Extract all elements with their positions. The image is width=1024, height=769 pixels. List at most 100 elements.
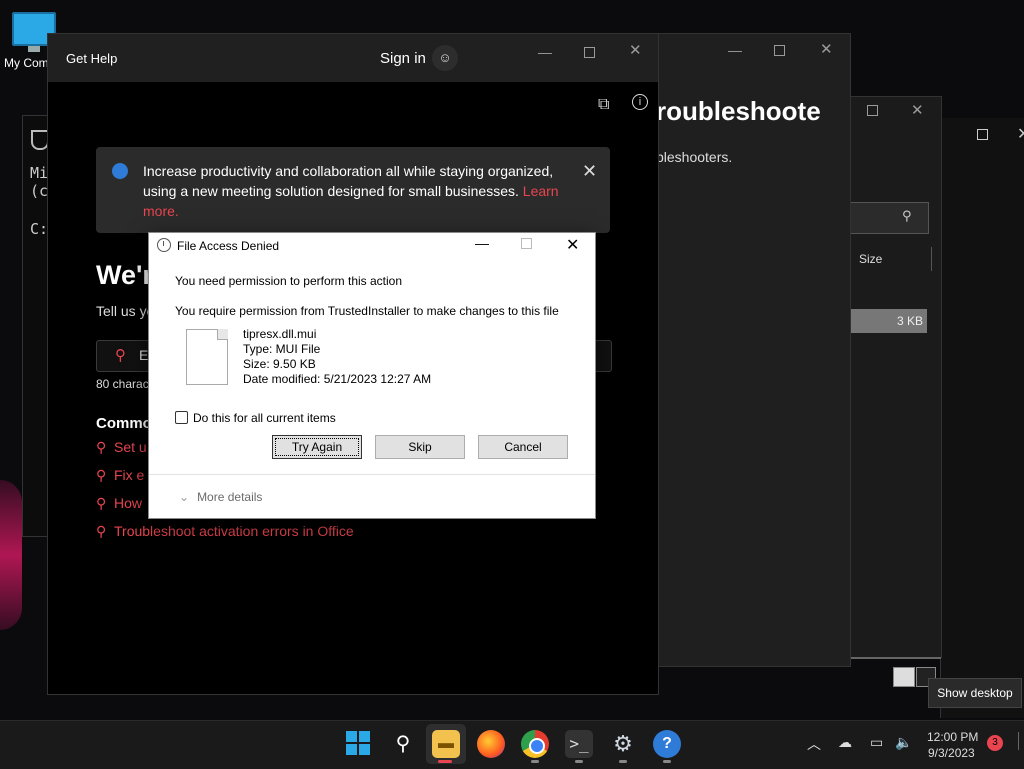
chevron-down-icon: ⌄ <box>179 490 190 504</box>
search-text: E <box>139 347 149 363</box>
file-info: tipresx.dll.mui Type: MUI File Size: 9.5… <box>243 327 431 387</box>
cancel-button[interactable]: Cancel <box>478 435 568 459</box>
running-indicator <box>575 760 583 763</box>
search-icon: ⚲ <box>96 523 107 539</box>
onedrive-offline-icon[interactable]: ☁ <box>838 734 852 751</box>
maximize-icon <box>521 238 532 249</box>
checkbox-box[interactable] <box>175 411 188 424</box>
column-divider <box>931 247 932 271</box>
running-indicator <box>619 760 627 763</box>
minimize-icon[interactable]: — <box>728 42 742 58</box>
tell-us-text: Tell us yo <box>96 303 155 319</box>
file-access-denied-dialog[interactable]: File Access Denied — ✕ You need permissi… <box>148 232 596 519</box>
minimize-icon[interactable]: — <box>475 235 489 251</box>
common-topics-heading: Commo <box>96 415 152 432</box>
chrome-center <box>529 738 545 754</box>
show-desktop-tooltip: Show desktop <box>928 678 1022 708</box>
help-link-label: Fix e <box>114 467 145 483</box>
file-name: tipresx.dll.mui <box>243 327 317 341</box>
clock-time[interactable]: 12:00 PM <box>927 730 978 744</box>
file-size-cell[interactable]: 3 KB <box>849 309 927 333</box>
help-link-1[interactable]: ⚲ Set u <box>96 439 147 456</box>
checkbox-label: Do this for all current items <box>193 411 336 425</box>
notification-badge[interactable]: 3 <box>987 735 1003 751</box>
windows-logo-icon <box>346 731 370 755</box>
firefox-icon[interactable] <box>477 730 505 758</box>
help-link-2[interactable]: ⚲ Fix e <box>96 467 144 484</box>
page-heading: We'r <box>96 260 153 290</box>
troubleshooter-title: roubleshoote <box>656 96 821 126</box>
try-again-button[interactable]: Try Again <box>272 435 362 459</box>
close-icon[interactable]: ✕ <box>566 235 579 255</box>
cmd-line-1: Mi <box>30 164 49 182</box>
active-indicator <box>438 760 452 763</box>
close-icon[interactable]: ✕ <box>582 161 597 182</box>
info-circle-icon <box>112 163 128 179</box>
scrollbar[interactable] <box>849 657 941 659</box>
sign-in-link[interactable]: Sign in <box>380 50 426 67</box>
close-icon[interactable]: ✕ <box>911 101 924 119</box>
clock-icon <box>157 238 171 252</box>
character-count: 80 charac <box>96 377 149 391</box>
chevron-up-icon[interactable]: ︿ <box>807 734 821 754</box>
dialog-title-bar[interactable]: File Access Denied — ✕ <box>149 233 595 259</box>
more-details-toggle[interactable]: ⌄ More details <box>179 490 262 504</box>
search-icon: ⚲ <box>96 467 107 483</box>
divider <box>149 474 595 475</box>
clock-date[interactable]: 9/3/2023 <box>928 746 975 760</box>
app-title: Get Help <box>66 51 118 66</box>
banner-message: Increase productivity and collaboration … <box>143 163 554 199</box>
trusted-installer-message: You require permission from TrustedInsta… <box>175 304 559 318</box>
help-link-label: Set u <box>114 439 147 455</box>
skip-button[interactable]: Skip <box>375 435 465 459</box>
more-details-label: More details <box>197 490 263 504</box>
explorer-search-box[interactable]: ⚲ <box>849 202 929 234</box>
avatar-icon[interactable]: ☺ <box>432 45 458 71</box>
running-indicator <box>663 760 671 763</box>
permission-message: You need permission to perform this acti… <box>175 274 403 288</box>
file-type: Type: MUI File <box>243 342 321 356</box>
close-icon[interactable]: ✕ <box>629 41 642 59</box>
details-view-icon[interactable] <box>893 667 915 687</box>
banner-text: Increase productivity and collaboration … <box>143 161 563 221</box>
running-indicator <box>531 760 539 763</box>
help-link-4[interactable]: ⚲ Troubleshoot activation errors in Offic… <box>96 523 354 540</box>
file-size-value: 3 KB <box>896 314 923 328</box>
chrome-icon[interactable] <box>521 730 549 758</box>
minimize-icon[interactable]: — <box>538 44 552 60</box>
troubleshooter-window[interactable]: — ✕ roubleshoote bleshooters. <box>655 33 851 667</box>
maximize-icon[interactable] <box>977 129 988 140</box>
cmd-line-2: (c <box>30 182 49 200</box>
search-icon: ⚲ <box>96 439 107 455</box>
file-date-modified: Date modified: 5/21/2023 12:27 AM <box>243 372 432 386</box>
background-window-right[interactable]: ✕ <box>940 118 1024 718</box>
column-header-size[interactable]: Size <box>859 252 882 266</box>
file-explorer-window[interactable]: ✕ ⚲ Size 3 KB <box>848 96 942 659</box>
start-button[interactable] <box>344 730 372 758</box>
show-desktop-button[interactable] <box>1018 732 1019 750</box>
promo-banner: Increase productivity and collaboration … <box>96 147 610 233</box>
info-icon[interactable]: i <box>632 94 648 110</box>
maximize-icon[interactable] <box>774 45 785 56</box>
close-icon[interactable]: ✕ <box>820 40 833 58</box>
search-icon: ⚲ <box>902 208 912 223</box>
share-icon[interactable]: ⧉ <box>598 96 609 114</box>
file-explorer-icon[interactable]: ▬ <box>432 730 460 758</box>
file-size: Size: 9.50 KB <box>243 357 316 371</box>
settings-gear-icon[interactable]: ⚙ <box>609 730 637 758</box>
terminal-icon[interactable]: >_ <box>565 730 593 758</box>
help-link-3[interactable]: ⚲ How <box>96 495 142 512</box>
file-icon <box>186 329 228 385</box>
help-link-label: How <box>114 495 143 511</box>
network-icon[interactable]: ▭ <box>870 734 883 751</box>
close-icon[interactable]: ✕ <box>1017 124 1024 144</box>
get-help-icon[interactable]: ? <box>653 730 681 758</box>
volume-icon[interactable]: 🔈 <box>895 734 912 751</box>
maximize-icon[interactable] <box>867 105 878 116</box>
cmd-line-3: C: <box>30 220 49 238</box>
maximize-icon[interactable] <box>584 47 595 58</box>
title-bar[interactable]: Get Help Sign in ☺ — ✕ <box>48 34 658 82</box>
search-icon[interactable]: ⚲ <box>389 730 417 758</box>
wallpaper-swirl <box>0 480 22 630</box>
apply-all-checkbox[interactable]: Do this for all current items <box>175 411 336 425</box>
